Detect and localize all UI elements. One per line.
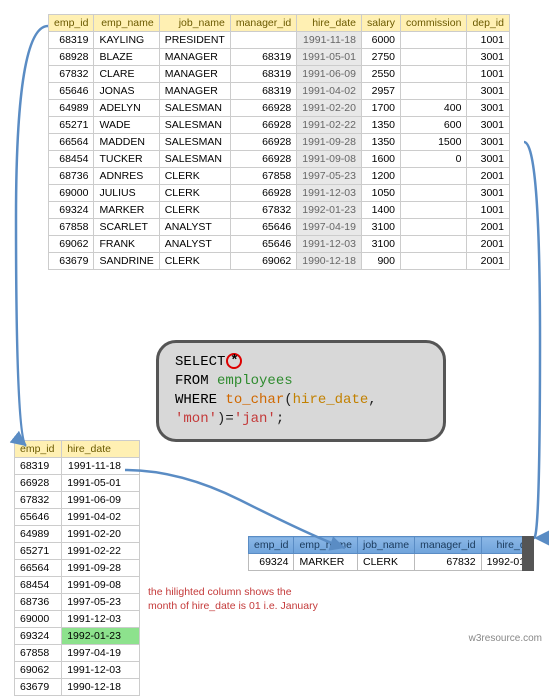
- table-row: 687361997-05-23: [15, 594, 140, 611]
- sql-from: FROM: [175, 373, 209, 389]
- col-emp_id: emp_id: [249, 537, 294, 554]
- table-row: 693241992-01-23: [15, 628, 140, 645]
- sql-star-circled: *: [226, 353, 242, 369]
- table-row: 68454TUCKERSALESMAN669281991-09-08160003…: [49, 151, 510, 168]
- table-row: 652711991-02-22: [15, 543, 140, 560]
- col-dep_id: dep_id: [467, 15, 510, 32]
- col-emp_name: emp_name: [94, 15, 159, 32]
- sql-query-box: SELECT* FROM employees WHERE to_char(hir…: [156, 340, 446, 442]
- table-row: 69000JULIUSCLERK669281991-12-0310503001: [49, 185, 510, 202]
- sql-val: 'jan': [234, 411, 276, 427]
- table-row: 67832CLAREMANAGER683191991-06-0925501001: [49, 66, 510, 83]
- hire-date-table: emp_idhire_date 683191991-11-18669281991…: [14, 440, 140, 696]
- table-row: 690621991-12-03: [15, 662, 140, 679]
- table-row: 65271WADESALESMAN669281991-02-2213506003…: [49, 117, 510, 134]
- table-row: 665641991-09-28: [15, 560, 140, 577]
- col-manager_id: manager_id: [415, 537, 481, 554]
- table-row: 656461991-04-02: [15, 509, 140, 526]
- col-hire_date: hire_date: [62, 441, 140, 458]
- table-row: 65646JONASMANAGER683191991-04-0229573001: [49, 83, 510, 100]
- table-row: 636791990-12-18: [15, 679, 140, 696]
- col-hire_date: hire_date: [481, 537, 534, 554]
- table-row: 683191991-11-18: [15, 458, 140, 475]
- result-table: emp_idemp_namejob_namemanager_idhire_dat…: [248, 536, 534, 571]
- col-emp_name: emp_name: [294, 537, 358, 554]
- employees-table: emp_idemp_namejob_namemanager_idhire_dat…: [48, 14, 510, 270]
- sql-where: WHERE: [175, 392, 217, 408]
- table-row: 684541991-09-08: [15, 577, 140, 594]
- table-row: 64989ADELYNSALESMAN669281991-02-20170040…: [49, 100, 510, 117]
- table-row: 678321991-06-09: [15, 492, 140, 509]
- sql-arg2: 'mon': [175, 411, 217, 427]
- footer-credit: w3resource.com: [469, 633, 542, 644]
- table-row: 67858SCARLETANALYST656461997-04-19310020…: [49, 219, 510, 236]
- table-row: 68319KAYLINGPRESIDENT1991-11-1860001001: [49, 32, 510, 49]
- col-commission: commission: [401, 15, 467, 32]
- table-row: 68928BLAZEMANAGER683191991-05-0127503001: [49, 49, 510, 66]
- table-row: 69062FRANKANALYST656461991-12-0331002001: [49, 236, 510, 253]
- table-row: 68736ADNRESCLERK678581997-05-2312002001: [49, 168, 510, 185]
- col-job_name: job_name: [159, 15, 230, 32]
- col-hire_date: hire_date: [297, 15, 362, 32]
- col-emp_id: emp_id: [49, 15, 94, 32]
- table-row: 66564MADDENSALESMAN669281991-09-28135015…: [49, 134, 510, 151]
- col-salary: salary: [361, 15, 400, 32]
- table-row: 649891991-02-20: [15, 526, 140, 543]
- col-manager_id: manager_id: [230, 15, 296, 32]
- table-row: 63679SANDRINECLERK690621990-12-189002001: [49, 253, 510, 270]
- table-row: 690001991-12-03: [15, 611, 140, 628]
- highlight-note: the hilighted column shows the month of …: [148, 586, 368, 613]
- sql-fn: to_char: [225, 392, 284, 408]
- col-emp_id: emp_id: [15, 441, 62, 458]
- sql-table: employees: [217, 373, 293, 389]
- table-row: 69324MARKERCLERK678321992-01-2314001001: [49, 202, 510, 219]
- table-row: 669281991-05-01: [15, 475, 140, 492]
- sql-select: SELECT: [175, 354, 225, 370]
- sql-arg1: hire_date: [293, 392, 369, 408]
- table-row: 678581997-04-19: [15, 645, 140, 662]
- table-row: 69324MARKERCLERK678321992-01-231400: [249, 554, 535, 571]
- col-job_name: job_name: [357, 537, 414, 554]
